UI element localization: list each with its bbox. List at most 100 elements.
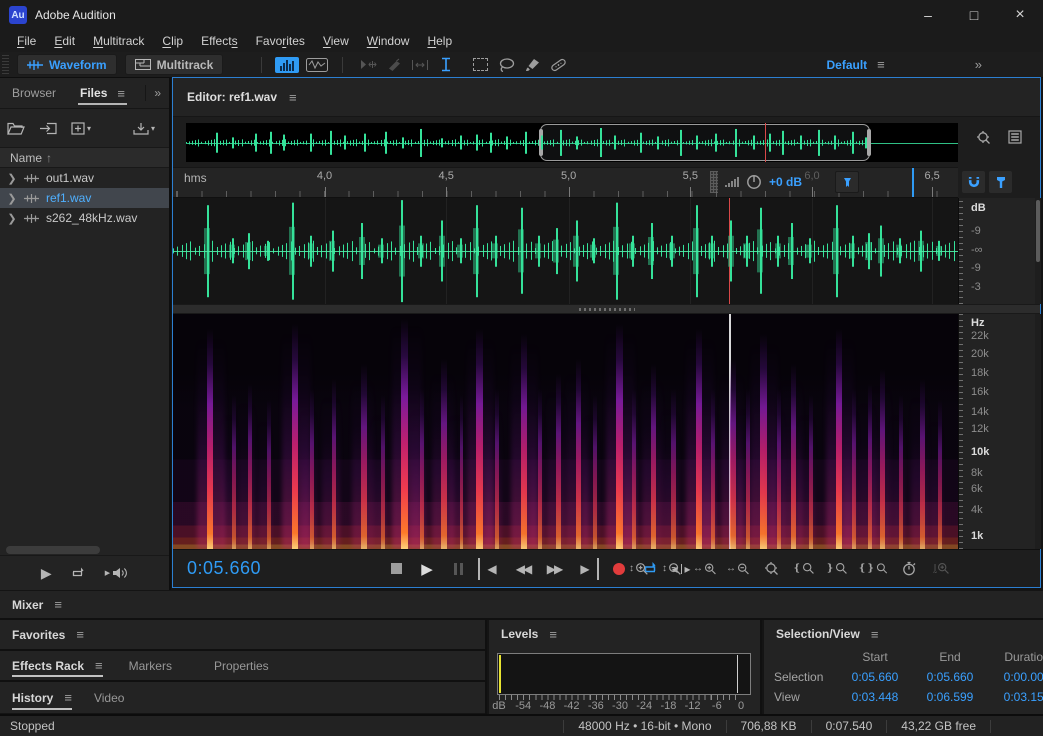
editor-header[interactable]: Editor: ref1.wav ≡ — [173, 78, 1040, 117]
view-start-value[interactable]: 0:03.448 — [836, 690, 914, 704]
playhead-time-display[interactable]: 0:05.660 — [187, 558, 261, 579]
zoom-in-amplitude-button[interactable]: ↕ — [627, 558, 651, 580]
tab-markers[interactable]: Markers — [129, 651, 172, 680]
move-tool[interactable] — [355, 55, 381, 75]
lasso-selection-tool[interactable] — [493, 55, 519, 75]
export-button[interactable]: ▾ — [126, 122, 162, 135]
spot-healing-brush-tool[interactable] — [545, 55, 571, 75]
import-file-button[interactable] — [32, 122, 64, 135]
selection-duration-value[interactable]: 0:00.000 — [986, 670, 1043, 684]
files-horizontal-scrollbar[interactable] — [6, 546, 100, 554]
spectrogram-display[interactable] — [173, 314, 958, 549]
waveform-scroll-thumb[interactable] — [1036, 200, 1040, 262]
files-column-header[interactable]: Name ↑ — [0, 147, 169, 168]
zoom-in-at-in-point-button[interactable]: ❴ — [792, 558, 816, 580]
tab-effects-rack[interactable]: Effects Rack ≡ — [12, 651, 103, 680]
gain-value[interactable]: +0 dB — [769, 175, 802, 189]
time-selection-tool[interactable] — [433, 55, 459, 75]
selection-view-menu-icon[interactable]: ≡ — [871, 627, 879, 642]
menu-multitrack[interactable]: Multitrack — [84, 34, 153, 48]
overview-strip[interactable] — [186, 123, 958, 162]
skip-to-end-button[interactable]: ▶ — [574, 558, 599, 580]
zoom-in-at-out-point-button[interactable]: ❵ — [825, 558, 849, 580]
expand-chevron-icon[interactable]: ❯ — [0, 212, 24, 225]
marquee-selection-tool[interactable] — [467, 55, 493, 75]
waveform-playhead[interactable] — [729, 198, 730, 304]
zoom-out-full-button[interactable] — [759, 558, 783, 580]
preview-loop-button[interactable] — [70, 567, 85, 580]
play-button[interactable]: ▶ — [416, 558, 438, 580]
gain-knob-icon[interactable] — [746, 174, 762, 190]
maximize-button[interactable]: □ — [951, 0, 997, 30]
marker-button[interactable] — [989, 171, 1012, 193]
files-panel-menu-icon[interactable]: ≡ — [117, 86, 125, 101]
rewind-button[interactable]: ◀◀ — [512, 558, 534, 580]
spectral-display-toggle[interactable] — [274, 55, 300, 75]
tab-properties[interactable]: Properties — [214, 651, 269, 680]
file-row-ref1[interactable]: ❯ ref1.wav — [0, 188, 169, 208]
frequency-scale[interactable]: Hz22k20k18k16k14k12k10k8k6k4k1k — [958, 314, 1035, 549]
zoom-in-time-button[interactable]: ↔ — [693, 558, 717, 580]
mixer-panel-bar[interactable]: Mixer ≡ — [0, 591, 1043, 620]
menu-effects[interactable]: Effects — [192, 34, 246, 48]
skip-to-start-button[interactable]: ◀ — [478, 558, 503, 580]
menu-favorites[interactable]: Favorites — [247, 34, 314, 48]
waveform-mode-button[interactable]: Waveform — [17, 54, 117, 75]
preview-autoplay-button[interactable]: ▶ — [103, 567, 128, 579]
levels-menu-icon[interactable]: ≡ — [549, 627, 557, 642]
view-end-value[interactable]: 0:06.599 — [914, 690, 986, 704]
selection-end-value[interactable]: 0:05.660 — [914, 670, 986, 684]
razor-tool[interactable] — [381, 55, 407, 75]
timeline-ruler[interactable]: hms 4,04,55,05,56,06,5 +0 dB — [173, 167, 958, 198]
expand-chevron-icon[interactable]: ❯ — [0, 192, 24, 205]
favorites-panel-bar[interactable]: Favorites ≡ — [0, 620, 485, 651]
menu-edit[interactable]: Edit — [45, 34, 84, 48]
expand-chevron-icon[interactable]: ❯ — [0, 172, 24, 185]
zoom-out-amplitude-button[interactable]: ↕ — [660, 558, 684, 580]
overview-zoom-full-button[interactable] — [975, 130, 992, 146]
zoom-to-selection-button[interactable]: ❴❵ — [858, 558, 888, 580]
file-row-s262[interactable]: ❯ s262_48kHz.wav — [0, 208, 169, 228]
menu-view[interactable]: View — [314, 34, 358, 48]
files-panel-more-button[interactable]: » — [145, 85, 169, 101]
zoom-vertical-selection-button[interactable]: Ḭ — [930, 558, 954, 580]
close-button[interactable]: × — [997, 0, 1043, 30]
tab-history[interactable]: History ≡ — [12, 682, 72, 713]
display-options-button[interactable] — [1008, 130, 1022, 146]
view-duration-value[interactable]: 0:03.150 — [986, 690, 1043, 704]
toolbar-grip[interactable] — [2, 55, 9, 74]
stop-button[interactable] — [385, 558, 407, 580]
paintbrush-selection-tool[interactable] — [519, 55, 545, 75]
history-menu-icon[interactable]: ≡ — [64, 690, 72, 705]
pause-button[interactable] — [447, 558, 469, 580]
menu-help[interactable]: Help — [418, 34, 461, 48]
tab-browser[interactable]: Browser — [0, 78, 68, 108]
editor-menu-icon[interactable]: ≡ — [289, 90, 297, 105]
multitrack-mode-button[interactable]: Multitrack — [125, 54, 224, 75]
mixer-menu-icon[interactable]: ≡ — [54, 597, 62, 612]
minimize-button[interactable]: – — [905, 0, 951, 30]
effects-rack-menu-icon[interactable]: ≡ — [95, 658, 103, 673]
waveform-vertical-scrollbar[interactable] — [1035, 198, 1041, 304]
selection-start-value[interactable]: 0:05.660 — [836, 670, 914, 684]
waveform-display-toggle[interactable] — [304, 55, 330, 75]
new-file-button[interactable]: ▾ — [64, 122, 98, 135]
hud-pin-button[interactable] — [835, 171, 859, 193]
spectrogram-vertical-scrollbar[interactable] — [1035, 314, 1041, 549]
file-row-out1[interactable]: ❯ out1.wav — [0, 168, 169, 188]
slip-tool[interactable] — [407, 55, 433, 75]
preview-play-button[interactable]: ▶ — [41, 565, 52, 582]
fast-forward-button[interactable]: ▶▶ — [543, 558, 565, 580]
open-file-button[interactable] — [0, 122, 32, 135]
tab-files[interactable]: Files ≡ — [68, 78, 137, 108]
tab-video[interactable]: Video — [94, 682, 124, 713]
favorites-menu-icon[interactable]: ≡ — [76, 627, 84, 642]
zoom-out-time-button[interactable]: ↔ — [726, 558, 750, 580]
display-splitter[interactable] — [173, 304, 1040, 314]
level-meter[interactable] — [497, 653, 751, 695]
waveform-display[interactable] — [173, 198, 958, 304]
menu-window[interactable]: Window — [358, 34, 419, 48]
menu-file[interactable]: File — [8, 34, 45, 48]
amplitude-scale[interactable]: dB-9-∞-9-3 — [958, 198, 1035, 304]
menu-clip[interactable]: Clip — [153, 34, 192, 48]
